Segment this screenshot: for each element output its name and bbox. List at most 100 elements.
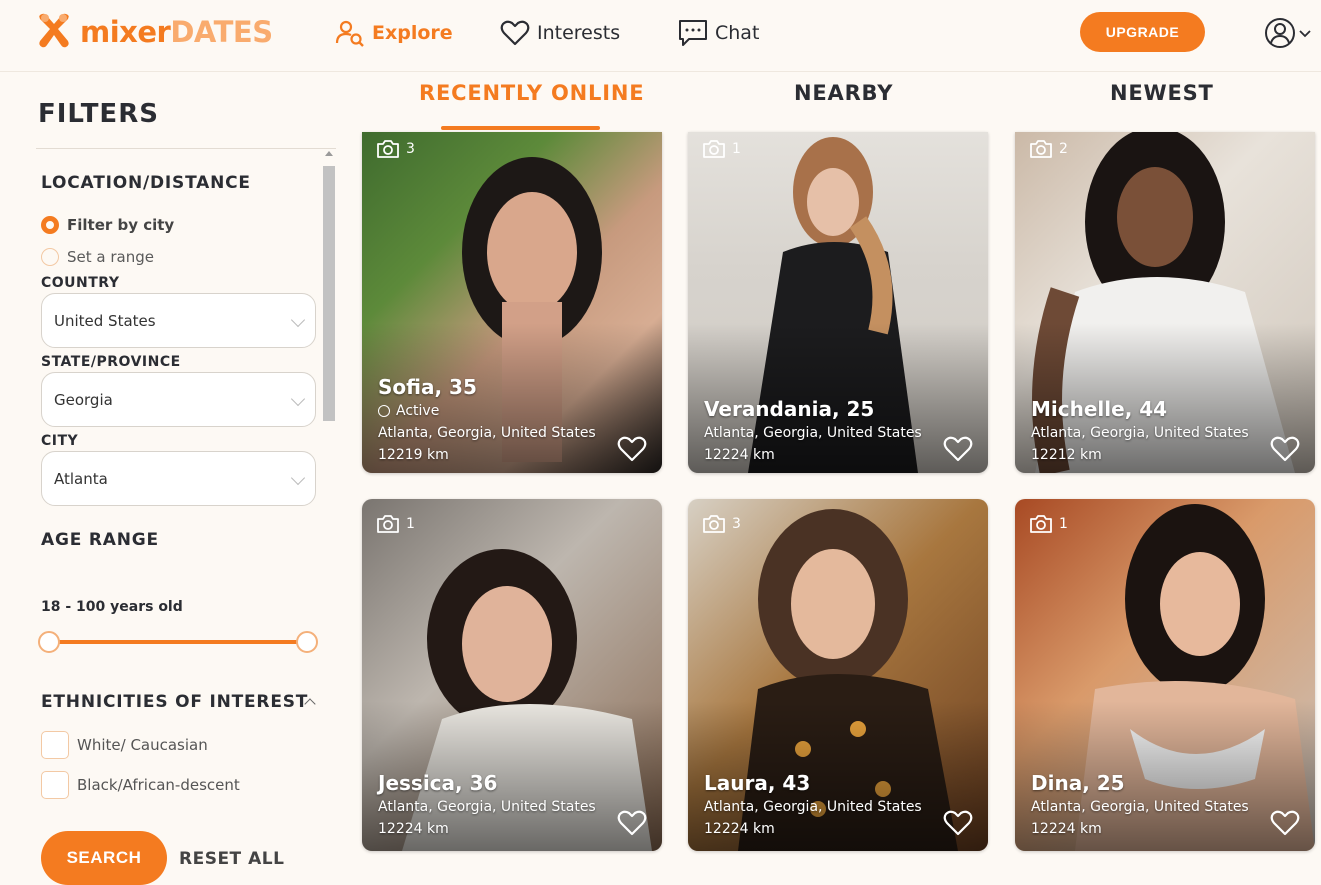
- status-ring-icon: [378, 405, 390, 417]
- profile-card[interactable]: 3 Sofia, 35 Active Atlanta, Georgia, Uni…: [362, 132, 662, 473]
- active-tab-indicator: [441, 126, 600, 130]
- like-heart-icon[interactable]: [616, 433, 648, 463]
- logo[interactable]: mixerDATES: [36, 12, 273, 52]
- like-heart-icon[interactable]: [1269, 433, 1301, 463]
- profile-info: Sofia, 35 Active Atlanta, Georgia, Unite…: [378, 375, 646, 463]
- photo-count: 1: [702, 138, 741, 160]
- tab-recently-online[interactable]: RECENTLY ONLINE: [419, 81, 644, 105]
- like-heart-icon[interactable]: [942, 807, 974, 837]
- radio-set-range[interactable]: Set a range: [41, 248, 154, 266]
- profile-distance: 12224 km: [704, 821, 775, 837]
- city-label: CITY: [41, 433, 79, 449]
- profile-distance: 12224 km: [704, 447, 775, 463]
- profile-location: Atlanta, Georgia, United States: [704, 425, 922, 441]
- logo-text: mixerDATES: [80, 15, 273, 49]
- filters-title: FILTERS: [38, 99, 159, 129]
- chevron-down-icon: [1299, 30, 1311, 38]
- radio-label: Filter by city: [67, 216, 175, 234]
- reset-all-button[interactable]: RESET ALL: [179, 849, 284, 869]
- profile-name: Michelle, 44: [1031, 397, 1168, 421]
- photo-count-value: 3: [732, 516, 741, 532]
- state-value: Georgia: [54, 390, 113, 409]
- listing-tabs: RECENTLY ONLINE NEARBY NEWEST: [360, 73, 1321, 133]
- photo-count: 1: [376, 513, 415, 535]
- profile-card[interactable]: 1 Jessica, 36 Atlanta, Georgia, United S…: [362, 499, 662, 851]
- country-value: United States: [54, 311, 156, 330]
- checkbox-white-caucasian[interactable]: White/ Caucasian: [41, 731, 208, 759]
- like-heart-icon[interactable]: [942, 433, 974, 463]
- top-navigation-bar: mixerDATES Explore Interests Chat UPGRAD…: [0, 0, 1321, 72]
- checkbox-label: White/ Caucasian: [77, 736, 208, 754]
- upgrade-button[interactable]: UPGRADE: [1080, 12, 1205, 52]
- scroll-thumb[interactable]: [323, 166, 335, 421]
- camera-icon: [377, 140, 399, 158]
- status-text: Active: [396, 403, 440, 419]
- photo-count: 1: [1029, 513, 1068, 535]
- radio-label: Set a range: [67, 248, 154, 266]
- profile-location: Atlanta, Georgia, United States: [378, 799, 596, 815]
- photo-count-value: 1: [732, 141, 741, 157]
- city-value: Atlanta: [54, 469, 108, 488]
- profile-distance: 12212 km: [1031, 447, 1102, 463]
- search-button[interactable]: SEARCH: [41, 831, 167, 885]
- profile-name: Sofia, 35: [378, 375, 477, 399]
- profile-card[interactable]: 3 Laura, 43 Atlanta, Georgia, United Sta…: [688, 499, 988, 851]
- account-menu[interactable]: [1264, 17, 1312, 49]
- photo-count: 3: [702, 513, 741, 535]
- photo-count: 3: [376, 138, 415, 160]
- radio-checked-icon[interactable]: [41, 216, 59, 234]
- chevron-down-icon: [290, 391, 306, 407]
- sidebar-scrollbar[interactable]: [322, 151, 336, 871]
- profile-distance: 12219 km: [378, 447, 449, 463]
- camera-icon: [377, 515, 399, 533]
- profile-distance: 12224 km: [1031, 821, 1102, 837]
- chevron-down-icon: [290, 470, 306, 486]
- nav-chat[interactable]: Chat: [677, 16, 759, 50]
- city-select[interactable]: Atlanta: [41, 451, 316, 506]
- profile-location: Atlanta, Georgia, United States: [1031, 799, 1249, 815]
- camera-icon: [1030, 140, 1052, 158]
- country-select[interactable]: United States: [41, 293, 316, 348]
- radio-filter-by-city[interactable]: Filter by city: [41, 216, 174, 234]
- age-slider-track[interactable]: [48, 640, 308, 644]
- profile-name: Laura, 43: [704, 771, 811, 795]
- profile-info: Jessica, 36 Atlanta, Georgia, United Sta…: [378, 771, 646, 837]
- checkbox-black-african[interactable]: Black/African-descent: [41, 771, 240, 799]
- age-slider-max-handle[interactable]: [296, 631, 318, 653]
- like-heart-icon[interactable]: [616, 807, 648, 837]
- age-slider-min-handle[interactable]: [38, 631, 60, 653]
- checkbox-box[interactable]: [41, 731, 69, 759]
- state-label: STATE/PROVINCE: [41, 354, 181, 370]
- filters-sidebar: FILTERS LOCATION/DISTANCE Filter by city…: [0, 73, 338, 885]
- age-range-title: AGE RANGE: [41, 530, 159, 550]
- state-select[interactable]: Georgia: [41, 372, 316, 427]
- country-label: COUNTRY: [41, 275, 120, 291]
- profile-info: Dina, 25 Atlanta, Georgia, United States…: [1031, 771, 1299, 837]
- tab-nearby[interactable]: NEARBY: [794, 81, 893, 105]
- explore-icon: [335, 20, 364, 47]
- online-status: Active: [378, 403, 646, 419]
- logo-icon: [39, 13, 69, 48]
- heart-icon: [500, 20, 530, 46]
- checkbox-box[interactable]: [41, 771, 69, 799]
- profile-name: Dina, 25: [1031, 771, 1125, 795]
- like-heart-icon[interactable]: [1269, 807, 1301, 837]
- location-title: LOCATION/DISTANCE: [41, 173, 251, 193]
- profile-name: Verandania, 25: [704, 397, 875, 421]
- photo-count-value: 1: [1059, 516, 1068, 532]
- profile-location: Atlanta, Georgia, United States: [378, 425, 596, 441]
- nav-explore[interactable]: Explore: [334, 16, 453, 50]
- scroll-up-icon[interactable]: [325, 151, 333, 156]
- photo-count-value: 1: [406, 516, 415, 532]
- camera-icon: [703, 140, 725, 158]
- profile-card[interactable]: 1 Dina, 25 Atlanta, Georgia, United Stat…: [1015, 499, 1315, 851]
- tab-newest[interactable]: NEWEST: [1110, 81, 1214, 105]
- radio-unchecked-icon[interactable]: [41, 248, 59, 266]
- profile-name: Jessica, 36: [378, 771, 498, 795]
- user-circle-icon: [1265, 18, 1295, 48]
- nav-interests[interactable]: Interests: [499, 16, 620, 50]
- profile-card[interactable]: 2 Michelle, 44 Atlanta, Georgia, United …: [1015, 132, 1315, 473]
- camera-icon: [703, 515, 725, 533]
- profile-card[interactable]: 1 Verandania, 25 Atlanta, Georgia, Unite…: [688, 132, 988, 473]
- checkbox-label: Black/African-descent: [77, 776, 240, 794]
